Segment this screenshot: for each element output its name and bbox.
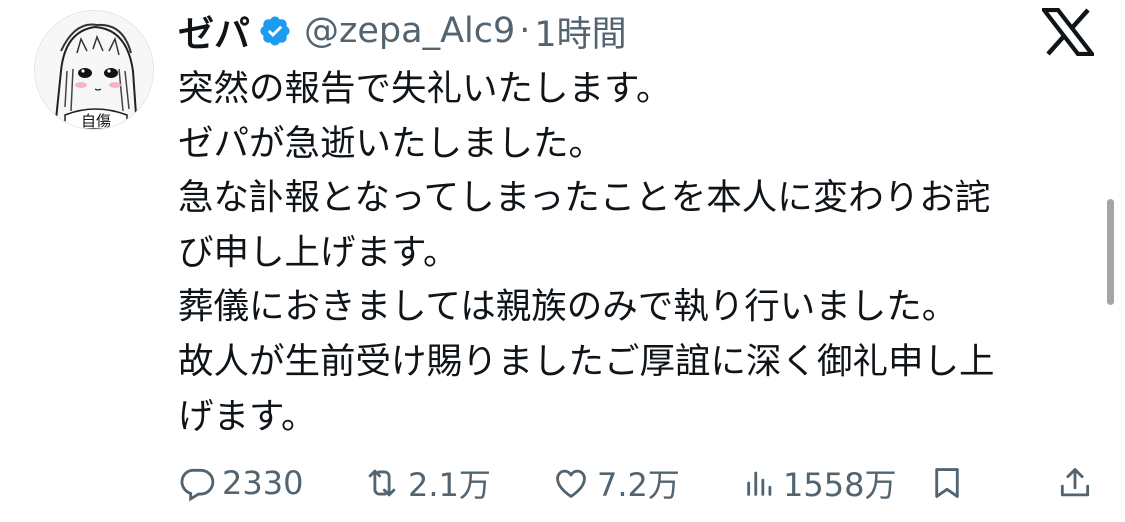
tweet-line: ゼパが急逝いたしました。 — [178, 122, 605, 164]
tweet-line: 葬儀におきましては親族のみで執り行いました。 — [178, 286, 958, 328]
like-button[interactable]: 7.2万 — [551, 455, 680, 511]
x-logo-icon — [1039, 7, 1097, 57]
reply-button[interactable]: 2330 — [178, 455, 303, 511]
tweet-header: ゼパ @zepa_Alc9 · 1時間 — [178, 6, 627, 56]
reply-icon — [178, 464, 216, 502]
verified-badge-icon[interactable] — [258, 14, 292, 48]
svg-text:自傷: 自傷 — [81, 112, 111, 129]
repost-button[interactable]: 2.1万 — [362, 455, 491, 511]
repost-icon — [362, 464, 402, 502]
reply-count: 2330 — [222, 464, 304, 502]
action-bar: 2330 2.1万 7.2万 1558万 — [0, 455, 1125, 511]
share-icon — [1056, 464, 1094, 502]
views-icon — [743, 464, 777, 502]
repost-count: 2.1万 — [408, 466, 491, 504]
tweet-text: 突然の報告で失礼いたします。 ゼパが急逝いたしました。 急な訃報となってしまった… — [178, 62, 1088, 444]
views-count: 1558万 — [783, 466, 897, 504]
share-button[interactable] — [1056, 455, 1094, 511]
header-separator: · — [519, 11, 531, 51]
like-count: 7.2万 — [597, 466, 680, 504]
avatar[interactable]: 自傷 — [34, 10, 154, 130]
like-icon — [551, 464, 591, 502]
tweet-line: 故人が生前受け賜りましたご厚誼に深く御礼申し上 — [178, 340, 995, 382]
author-name[interactable]: ゼパ — [178, 5, 250, 57]
scrollbar[interactable] — [1107, 199, 1114, 305]
views-button[interactable]: 1558万 — [743, 455, 896, 511]
bookmark-button[interactable] — [928, 455, 966, 511]
author-handle[interactable]: @zepa_Alc9 — [304, 11, 515, 51]
bookmark-icon — [928, 464, 966, 502]
tweet-timestamp[interactable]: 1時間 — [534, 6, 626, 57]
tweet-line: 突然の報告で失礼いたします。 — [178, 68, 672, 109]
tweet-line: 急な訃報となってしまったことを本人に変わりお詫 — [178, 177, 991, 219]
tweet-line: び申し上げます。 — [178, 231, 459, 273]
tweet-line: げます。 — [178, 395, 317, 437]
